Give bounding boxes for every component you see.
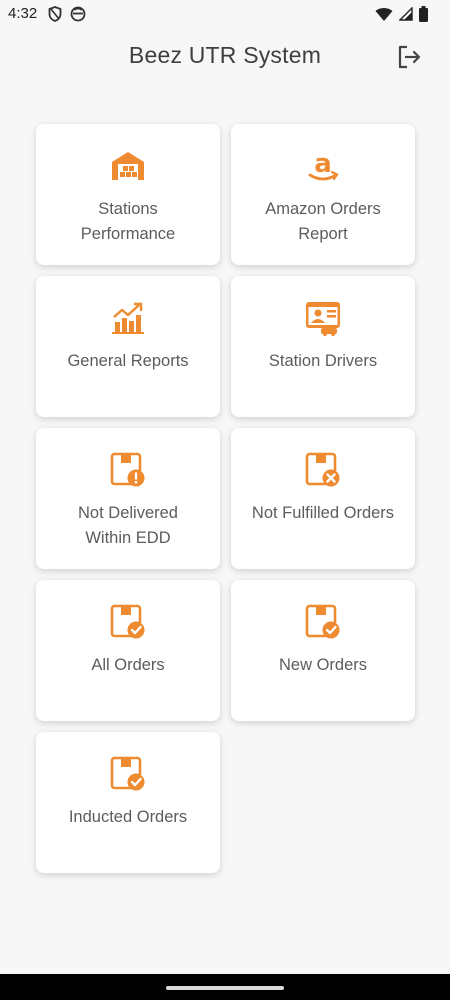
wifi-icon bbox=[375, 7, 393, 27]
box-alert-icon bbox=[110, 452, 146, 488]
card-label: Not Fulfilled Orders bbox=[251, 504, 395, 522]
card-label: Station Drivers bbox=[268, 352, 378, 370]
all-orders-card[interactable]: All Orders bbox=[36, 580, 220, 721]
card-label: Amazon Orders Report bbox=[265, 200, 381, 243]
box-check-icon bbox=[305, 604, 341, 640]
station-drivers-card[interactable]: Station Drivers bbox=[231, 276, 415, 417]
not-fulfilled-orders-card[interactable]: Not Fulfilled Orders bbox=[231, 428, 415, 569]
status-time: 4:32 bbox=[8, 5, 38, 22]
general-reports-card[interactable]: General Reports bbox=[36, 276, 220, 417]
amazon-orders-report-card[interactable]: a Amazon Orders Report bbox=[231, 124, 415, 265]
card-label: All Orders bbox=[91, 656, 165, 674]
box-check-icon bbox=[110, 604, 146, 640]
stations-performance-card[interactable]: Stations Performance bbox=[36, 124, 220, 265]
battery-icon bbox=[419, 6, 428, 27]
card-label: New Orders bbox=[278, 656, 368, 674]
warehouse-icon bbox=[110, 148, 146, 184]
box-check-icon bbox=[110, 756, 146, 792]
chart-growth-icon bbox=[110, 300, 146, 336]
logout-button[interactable] bbox=[396, 44, 422, 70]
card-label: General Reports bbox=[67, 352, 189, 370]
sync-icon bbox=[70, 6, 86, 27]
new-orders-card[interactable]: New Orders bbox=[231, 580, 415, 721]
logout-icon bbox=[398, 45, 421, 69]
status-bar: 4:32 bbox=[0, 0, 450, 28]
svg-text:a: a bbox=[314, 149, 332, 179]
amazon-icon: a bbox=[305, 148, 341, 184]
shield-icon bbox=[48, 6, 62, 27]
system-nav-bar bbox=[0, 974, 450, 1000]
not-delivered-within-edd-card[interactable]: Not Delivered Within EDD bbox=[36, 428, 220, 569]
home-gesture-handle[interactable] bbox=[166, 986, 284, 990]
card-label: Not Delivered Within EDD bbox=[78, 504, 178, 547]
card-label: Inducted Orders bbox=[68, 808, 188, 826]
driver-card-icon bbox=[305, 300, 341, 336]
inducted-orders-card[interactable]: Inducted Orders bbox=[36, 732, 220, 873]
app-header: Beez UTR System bbox=[0, 28, 450, 86]
box-cancel-icon bbox=[305, 452, 341, 488]
page-title: Beez UTR System bbox=[128, 42, 322, 68]
card-label: Stations Performance bbox=[80, 200, 176, 243]
signal-icon bbox=[398, 6, 413, 26]
